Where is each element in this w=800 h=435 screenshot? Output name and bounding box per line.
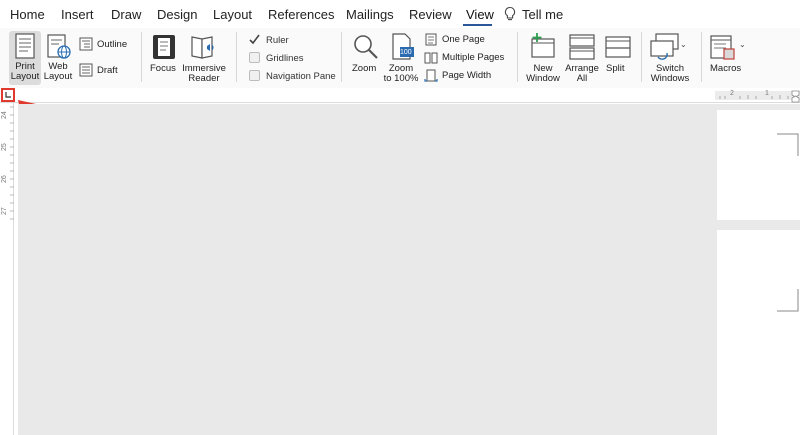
tab-draw[interactable]: Draw xyxy=(111,7,141,22)
arrange-all-label: Arrange All xyxy=(565,63,599,84)
group-separator xyxy=(236,32,237,82)
ruler-label[interactable]: Ruler xyxy=(266,35,289,46)
tab-insert[interactable]: Insert xyxy=(61,7,94,22)
outline-label[interactable]: Outline xyxy=(97,40,127,50)
print-layout-icon xyxy=(15,33,35,59)
one-page-icon[interactable] xyxy=(425,33,437,46)
indent-marker-icon[interactable] xyxy=(791,90,800,103)
group-separator xyxy=(141,32,142,82)
tab-references[interactable]: References xyxy=(268,7,334,22)
web-layout-label: Web Layout xyxy=(43,61,73,82)
multiple-pages-label[interactable]: Multiple Pages xyxy=(442,53,504,63)
multiple-pages-icon[interactable] xyxy=(424,52,438,64)
navigation-pane-label[interactable]: Navigation Pane xyxy=(266,71,336,82)
one-page-label[interactable]: One Page xyxy=(442,35,485,45)
page-width-label[interactable]: Page Width xyxy=(442,71,491,81)
document-canvas[interactable] xyxy=(18,104,715,435)
zoom-100-icon[interactable] xyxy=(391,33,415,61)
zoom-icon[interactable] xyxy=(352,33,380,61)
ruler-checkbox[interactable] xyxy=(248,33,261,46)
ruler-number: 26 xyxy=(1,175,8,183)
gridlines-checkbox[interactable] xyxy=(249,52,260,63)
document-page[interactable] xyxy=(717,230,800,435)
document-canvas-right[interactable] xyxy=(715,104,800,435)
group-separator xyxy=(341,32,342,82)
navigation-pane-checkbox[interactable] xyxy=(249,70,260,81)
ribbon-tabs: Home Insert Draw Design Layout Reference… xyxy=(0,0,800,28)
page-width-icon[interactable] xyxy=(424,69,438,82)
draft-icon[interactable] xyxy=(79,63,93,77)
tab-mailings[interactable]: Mailings xyxy=(346,7,394,22)
tab-view[interactable]: View xyxy=(466,7,494,22)
ruler-ticks xyxy=(719,95,789,99)
group-separator xyxy=(701,32,702,82)
tab-selector-button[interactable] xyxy=(1,88,15,102)
active-tab-indicator xyxy=(463,24,492,26)
tab-home[interactable]: Home xyxy=(10,7,45,22)
zoom-100-label: Zoom to 100% xyxy=(383,63,419,84)
tab-layout[interactable]: Layout xyxy=(213,7,252,22)
group-separator xyxy=(517,32,518,82)
ruler-number: 25 xyxy=(1,143,8,151)
zoom-100-badge: 100 xyxy=(400,49,412,56)
new-window-icon[interactable] xyxy=(529,33,557,59)
margin-corner-mark xyxy=(777,133,799,156)
print-layout-label: Print Layout xyxy=(10,61,40,82)
draft-label[interactable]: Draft xyxy=(97,66,118,76)
gridlines-label[interactable]: Gridlines xyxy=(266,53,304,64)
macros-chevron-icon[interactable]: ⌄ xyxy=(739,40,746,49)
immersive-reader-icon[interactable] xyxy=(190,34,218,60)
immersive-reader-label: Immersive Reader xyxy=(182,63,226,84)
switch-windows-label: Switch Windows xyxy=(650,63,690,84)
focus-label[interactable]: Focus xyxy=(150,64,176,74)
vertical-ruler[interactable]: 24 25 26 27 xyxy=(0,103,14,435)
split-icon[interactable] xyxy=(605,36,631,58)
tab-tell-me[interactable]: Tell me xyxy=(522,7,563,22)
outline-icon[interactable] xyxy=(79,37,93,51)
new-window-label: New Window xyxy=(526,63,560,84)
arrange-all-icon[interactable] xyxy=(569,34,595,60)
macros-label[interactable]: Macros xyxy=(710,64,741,74)
split-label[interactable]: Split xyxy=(606,64,624,74)
tab-review[interactable]: Review xyxy=(409,7,452,22)
document-page[interactable] xyxy=(717,110,800,220)
horizontal-ruler[interactable]: 2 1 xyxy=(0,88,800,103)
focus-icon[interactable] xyxy=(152,34,176,60)
tab-design[interactable]: Design xyxy=(157,7,197,22)
ruler-number: 24 xyxy=(1,111,8,119)
switch-windows-icon[interactable] xyxy=(650,33,680,61)
ruler-number: 27 xyxy=(1,207,8,215)
macros-icon[interactable] xyxy=(710,35,736,61)
left-tab-icon xyxy=(5,92,11,98)
margin-corner-mark xyxy=(777,289,799,312)
lightbulb-icon xyxy=(504,6,516,21)
switch-windows-chevron-icon[interactable]: ⌄ xyxy=(680,40,687,49)
web-layout-icon[interactable] xyxy=(46,34,72,60)
vertical-ruler-ticks xyxy=(10,106,14,220)
group-separator xyxy=(641,32,642,82)
zoom-label[interactable]: Zoom xyxy=(352,64,376,74)
